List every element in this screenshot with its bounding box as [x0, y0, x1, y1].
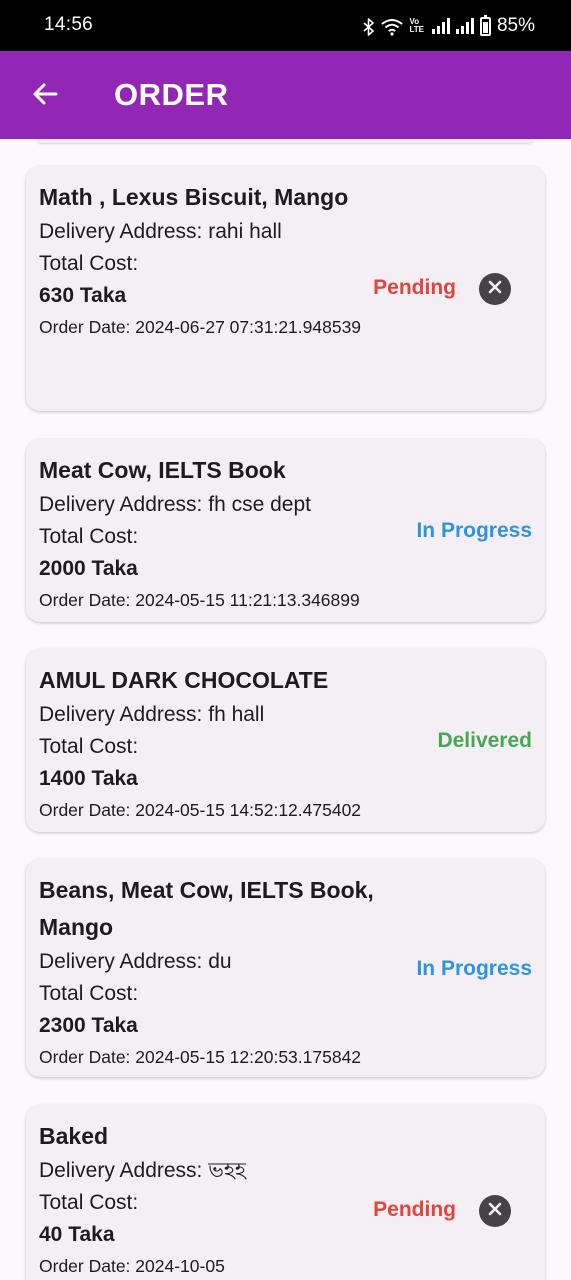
previous-card-edge: [37, 139, 533, 143]
total-cost: 40 Taka: [39, 1223, 115, 1246]
order-date: Order Date: 2024-10-05: [39, 1256, 225, 1276]
total-cost-label: Total Cost:: [39, 252, 139, 275]
delivery-address: Delivery Address: ভহহ: [39, 1159, 246, 1182]
back-button[interactable]: [24, 75, 66, 117]
order-date: Order Date: 2024-05-15 11:21:13.346899: [39, 590, 360, 610]
cancel-order-button[interactable]: [479, 1195, 511, 1227]
arrow-back-icon: [31, 80, 59, 113]
order-items: Beans, Meat Cow, IELTS Book, Mango: [39, 877, 374, 940]
order-card: Math , Lexus Biscuit, Mango Delivery Add…: [26, 166, 545, 411]
order-items: AMUL DARK CHOCOLATE: [39, 667, 329, 693]
cancel-order-button[interactable]: [479, 273, 511, 305]
total-cost: 2000 Taka: [39, 557, 138, 580]
delivery-address: Delivery Address: fh hall: [39, 703, 265, 726]
status-bar: 14:56 Vo LTE 85%: [0, 0, 571, 51]
order-card: AMUL DARK CHOCOLATE Delivery Address: fh…: [26, 649, 545, 832]
order-items: Baked: [39, 1123, 109, 1149]
order-list[interactable]: Math , Lexus Biscuit, Mango Delivery Add…: [0, 139, 571, 1280]
delivery-address: Delivery Address: fh cse dept: [39, 493, 311, 516]
delivery-address: Delivery Address: du: [39, 950, 232, 973]
battery-icon: [479, 14, 491, 36]
order-date: Order Date: 2024-05-15 14:52:12.475402: [39, 800, 362, 820]
total-cost-label: Total Cost:: [39, 525, 139, 548]
app-bar: ORDER: [0, 51, 571, 139]
total-cost: 1400 Taka: [39, 767, 138, 790]
delivery-address: Delivery Address: rahi hall: [39, 220, 282, 243]
bluetooth-icon: [363, 16, 375, 36]
order-card: Meat Cow, IELTS Book Delivery Address: f…: [26, 439, 545, 622]
page-title: ORDER: [114, 77, 229, 112]
volte-icon: Vo LTE: [409, 18, 424, 34]
total-cost-label: Total Cost:: [39, 1191, 139, 1214]
order-items: Math , Lexus Biscuit, Mango: [39, 184, 349, 210]
order-items: Meat Cow, IELTS Book: [39, 457, 286, 483]
total-cost-label: Total Cost:: [39, 735, 139, 758]
total-cost-label: Total Cost:: [39, 982, 139, 1005]
status-badge: Pending: [373, 276, 456, 299]
status-badge: Delivered: [437, 729, 532, 752]
close-icon: [488, 280, 502, 299]
order-card: Baked Delivery Address: ভহহ Total Cost: …: [26, 1105, 545, 1280]
signal-icon-1: [431, 18, 450, 34]
total-cost: 630 Taka: [39, 284, 127, 307]
order-date: Order Date: 2024-06-27 07:31:21.948539: [39, 317, 362, 337]
wifi-icon: [381, 16, 404, 36]
order-card: Beans, Meat Cow, IELTS Book, Mango Deliv…: [26, 859, 545, 1077]
status-badge: In Progress: [416, 957, 532, 980]
status-icons: Vo LTE 85%: [363, 14, 535, 38]
volte-bottom-label: LTE: [409, 25, 424, 34]
status-badge: In Progress: [416, 519, 532, 542]
battery-percent: 85%: [496, 15, 535, 36]
total-cost: 2300 Taka: [39, 1014, 138, 1037]
status-badge: Pending: [373, 1198, 456, 1221]
status-time: 14:56: [44, 14, 94, 35]
order-date: Order Date: 2024-05-15 12:20:53.175842: [39, 1047, 362, 1067]
signal-icon-2: [455, 18, 474, 34]
close-icon: [488, 1202, 502, 1221]
